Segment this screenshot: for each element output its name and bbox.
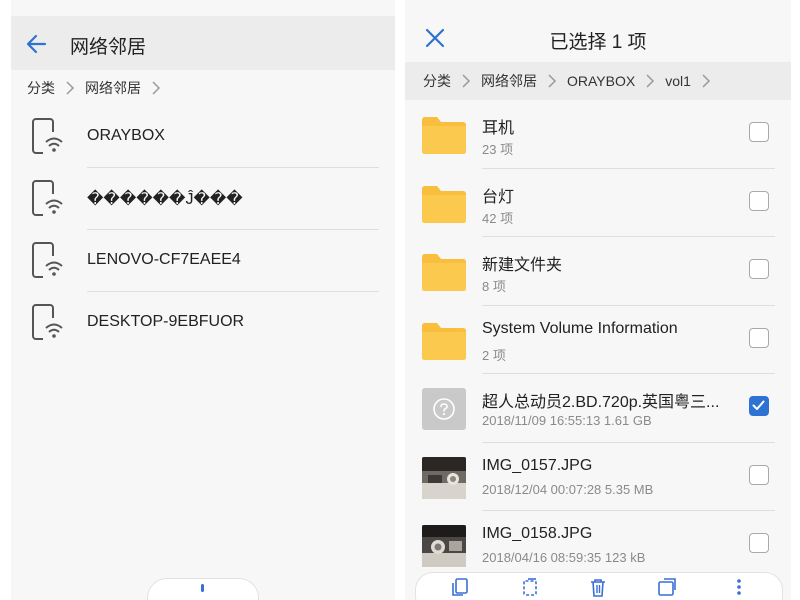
- folder-icon: [422, 185, 466, 223]
- chevron-right-icon: [66, 81, 75, 95]
- chevron-right-icon: [702, 74, 710, 88]
- file-meta: 8 项: [482, 279, 506, 294]
- select-checkbox[interactable]: [749, 327, 769, 348]
- device-item[interactable]: ������Ĵ���: [11, 168, 395, 230]
- select-checkbox[interactable]: [749, 259, 769, 279]
- file-meta: 2 项: [482, 347, 506, 363]
- unknown-file-icon: [422, 388, 466, 430]
- file-name: 新建文件夹: [482, 257, 563, 274]
- page-title: 网络邻居: [70, 37, 147, 58]
- chevron-right-icon: [462, 74, 471, 88]
- file-row[interactable]: 台灯 42 项: [405, 169, 791, 237]
- select-checkbox[interactable]: [749, 190, 769, 211]
- file-meta: 2018/04/16 08:59:35 123 kB: [482, 550, 646, 565]
- network-device-icon: [32, 118, 63, 154]
- file-meta: 23 项: [482, 142, 514, 157]
- device-name: LENOVO-CF7EAEE4: [87, 251, 241, 268]
- check-icon: [752, 400, 765, 410]
- device-name: ������Ĵ���: [87, 191, 243, 208]
- file-row-selected[interactable]: 超人总动员2.BD.720p.英国粤三... 2018/11/09 16:55:…: [405, 374, 791, 443]
- file-name: 超人总动员2.BD.720p.英国粤三...: [482, 394, 720, 411]
- file-name: 耳机: [482, 120, 515, 137]
- device-item[interactable]: LENOVO-CF7EAEE4: [11, 230, 395, 292]
- breadcrumb-item-host[interactable]: ORAYBOX: [567, 73, 635, 89]
- selection-app-bar: 已选择 1 项: [405, 16, 791, 62]
- move-icon[interactable]: [519, 577, 541, 597]
- file-list: 耳机 23 项 台灯 42 项 新建文件夹 8 项 System Volume …: [405, 100, 791, 580]
- file-meta: 2018/11/09 16:55:13 1.61 GB: [482, 413, 652, 428]
- file-name: IMG_0158.JPG: [482, 525, 593, 542]
- right-panel: 已选择 1 项 分类 网络邻居 ORAYBOX vol1 耳机 23 项 台灯 …: [405, 0, 791, 600]
- back-arrow-icon[interactable]: [23, 30, 51, 58]
- delete-icon[interactable]: [587, 577, 609, 597]
- breadcrumb-item-category[interactable]: 分类: [423, 71, 451, 91]
- device-list: ORAYBOX ������Ĵ��� LENOVO-CF7EAEE4 DESKT…: [11, 106, 395, 354]
- file-name: IMG_0157.JPG: [482, 456, 593, 474]
- more-icon[interactable]: [728, 577, 750, 597]
- file-row[interactable]: IMG_0157.JPG 2018/12/04 00:07:28 5.35 MB: [405, 443, 791, 511]
- image-thumbnail: [422, 456, 466, 499]
- folder-icon: [422, 117, 466, 154]
- network-device-icon: [32, 242, 63, 278]
- file-meta: 42 项: [482, 210, 514, 226]
- file-row[interactable]: IMG_0158.JPG 2018/04/16 08:59:35 123 kB: [405, 511, 791, 580]
- share-icon[interactable]: [656, 577, 678, 597]
- breadcrumb-item-volume[interactable]: vol1: [665, 73, 691, 89]
- select-checkbox[interactable]: [749, 533, 769, 553]
- chevron-right-icon: [548, 74, 557, 88]
- breadcrumb-item-network[interactable]: 网络邻居: [85, 78, 141, 98]
- breadcrumb: 分类 网络邻居 ORAYBOX vol1: [405, 62, 791, 100]
- more-icon[interactable]: [201, 584, 204, 592]
- device-item[interactable]: DESKTOP-9EBFUOR: [11, 292, 395, 354]
- selection-title: 已选择 1 项: [549, 32, 647, 53]
- left-app-bar: 网络邻居: [11, 16, 395, 70]
- file-row[interactable]: System Volume Information 2 项: [405, 306, 791, 374]
- file-row[interactable]: 耳机 23 项: [405, 100, 791, 169]
- chevron-right-icon: [646, 74, 655, 88]
- network-device-icon: [32, 180, 63, 216]
- image-thumbnail: [422, 525, 466, 567]
- left-panel: 网络邻居 分类 网络邻居 ORAYBOX ������Ĵ��� LENOVO-C…: [11, 0, 395, 600]
- folder-icon: [422, 254, 466, 291]
- copy-icon[interactable]: [450, 577, 472, 597]
- file-meta: 2018/12/04 00:07:28 5.35 MB: [482, 481, 654, 497]
- select-checkbox[interactable]: [749, 464, 769, 485]
- breadcrumb: 分类 网络邻居: [27, 78, 171, 98]
- select-checkbox[interactable]: [749, 122, 769, 142]
- device-item[interactable]: ORAYBOX: [11, 106, 395, 168]
- file-row[interactable]: 新建文件夹 8 项: [405, 237, 791, 306]
- bottom-toolbar: [415, 572, 783, 600]
- breadcrumb-item-category[interactable]: 分类: [27, 78, 55, 98]
- select-checkbox-checked[interactable]: [749, 396, 769, 416]
- device-name: DESKTOP-9EBFUOR: [87, 313, 245, 330]
- file-name: System Volume Information: [482, 319, 678, 337]
- file-name: 台灯: [482, 188, 515, 206]
- device-name: ORAYBOX: [87, 127, 165, 144]
- chevron-right-icon: [152, 81, 161, 95]
- breadcrumb-item-network[interactable]: 网络邻居: [481, 71, 537, 91]
- network-device-icon: [32, 304, 63, 340]
- folder-icon: [422, 322, 466, 360]
